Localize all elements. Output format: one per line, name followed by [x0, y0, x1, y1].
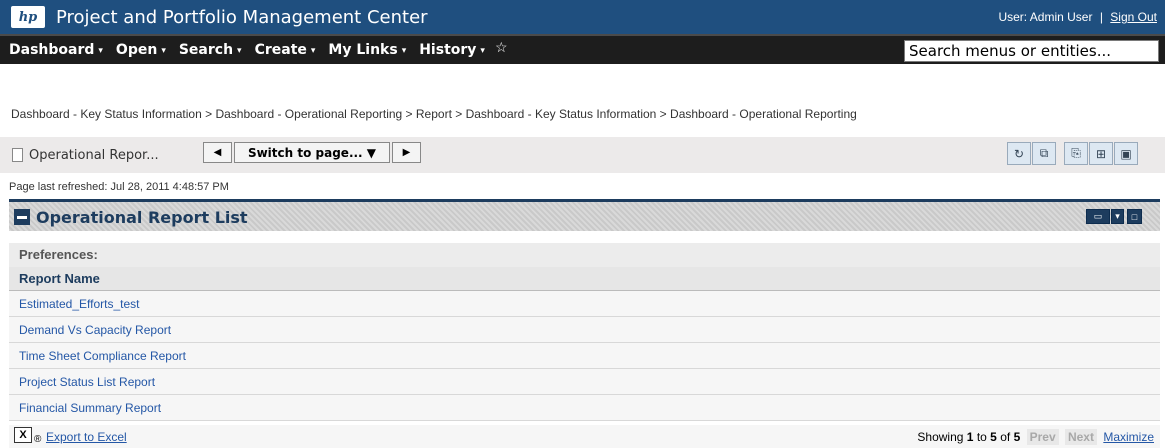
chevron-down-icon: ▾ — [237, 46, 242, 56]
portlet-footer: X ® Export to Excel Showing 1 to 5 of 5 … — [9, 425, 1160, 448]
pagination: Showing 1 to 5 of 5 Prev Next Maximize — [917, 429, 1154, 445]
menu-my-links[interactable]: My Links ▾ — [328, 42, 406, 58]
menu-search[interactable]: Search ▾ — [179, 42, 242, 58]
switch-to-page-button[interactable]: Switch to page... ▼ — [234, 142, 390, 163]
previous-page-button[interactable]: ◀ — [203, 142, 232, 163]
maximize-icon[interactable]: □ — [1127, 209, 1142, 224]
add-portlet-icon[interactable]: ⊞ — [1089, 142, 1113, 165]
menu-create[interactable]: Create ▾ — [255, 42, 316, 58]
menu-label: Create — [254, 42, 307, 58]
menu-label: My Links — [328, 42, 398, 58]
report-link[interactable]: Time Sheet Compliance Report — [19, 349, 186, 363]
collapse-icon[interactable] — [14, 209, 30, 225]
operational-report-portlet: Operational Report List ▭ ▾ □ Preference… — [9, 199, 1160, 448]
pager-of-word: of — [1000, 430, 1011, 444]
search-input[interactable]: Search menus or entities... — [904, 40, 1159, 62]
report-link[interactable]: Demand Vs Capacity Report — [19, 323, 171, 337]
user-area: User: Admin User | Sign Out — [998, 10, 1157, 24]
registered-badge-icon: ® — [34, 434, 42, 445]
user-separator: | — [1099, 10, 1103, 24]
edit-portlet-icon[interactable]: ▭ — [1086, 209, 1110, 224]
app-title: Project and Portfolio Management Center — [56, 6, 428, 28]
copy-page-icon[interactable]: ⧉ — [1032, 142, 1056, 165]
export-to-excel-link[interactable]: Export to Excel — [46, 430, 127, 444]
report-link[interactable]: Estimated_Efforts_test — [19, 297, 140, 311]
menu-open[interactable]: Open ▾ — [116, 42, 166, 58]
table-row: Time Sheet Compliance Report — [9, 343, 1160, 369]
maximize-link[interactable]: Maximize — [1103, 430, 1154, 444]
next-page-button[interactable]: ▶ — [392, 142, 421, 163]
page-toolbar: Operational Repor... ◀ Switch to page...… — [0, 137, 1165, 173]
prev-button: Prev — [1026, 429, 1059, 445]
sign-out-link[interactable]: Sign Out — [1110, 10, 1157, 24]
report-link[interactable]: Financial Summary Report — [19, 401, 161, 415]
dropdown-menu-icon[interactable]: ▾ — [1111, 209, 1124, 224]
chevron-down-icon: ▾ — [480, 46, 485, 56]
refresh-icon[interactable]: ↻ — [1007, 142, 1031, 165]
preferences-label[interactable]: Preferences: — [9, 243, 1160, 267]
table-row: Estimated_Efforts_test — [9, 291, 1160, 317]
menu-label: History — [419, 42, 477, 58]
page-name: Operational Repor... — [29, 148, 159, 163]
app-header: hp Project and Portfolio Management Cent… — [0, 0, 1165, 34]
star-icon[interactable]: ☆ — [495, 39, 508, 56]
user-label: User: Admin User — [998, 10, 1093, 24]
excel-icon[interactable]: X — [14, 427, 32, 443]
table-row: Demand Vs Capacity Report — [9, 317, 1160, 343]
table-row: Financial Summary Report — [9, 395, 1160, 421]
pager-to: 5 — [990, 430, 997, 444]
chevron-down-icon: ▾ — [401, 46, 407, 56]
document-icon — [12, 148, 23, 162]
pager-showing-label: Showing — [917, 430, 964, 444]
menu-label: Dashboard — [9, 42, 95, 58]
menu-dashboard[interactable]: Dashboard ▾ — [9, 42, 103, 58]
menu-label: Open — [115, 42, 158, 58]
pager-total: 5 — [1013, 430, 1021, 444]
hp-logo-text: hp — [18, 9, 38, 25]
next-button: Next — [1064, 429, 1097, 445]
portlet-header: Operational Report List ▭ ▾ □ — [9, 199, 1160, 231]
pdf-icon[interactable]: ⎘ — [1064, 142, 1088, 165]
pager-from: 1 — [966, 430, 974, 444]
pager-to-word: to — [976, 430, 987, 444]
breadcrumb[interactable]: Dashboard - Key Status Information > Das… — [11, 107, 857, 121]
menu-history[interactable]: History ▾ — [419, 42, 485, 58]
column-header-report-name[interactable]: Report Name — [9, 267, 1160, 291]
portlet-title: Operational Report List — [36, 208, 248, 227]
menu-bar: Dashboard ▾ Open ▾ Search ▾ Create ▾ My Link… — [0, 34, 1165, 64]
table-row: Project Status List Report — [9, 369, 1160, 395]
chevron-down-icon: ▾ — [98, 46, 103, 56]
chevron-down-icon: ▾ — [310, 46, 316, 56]
report-link[interactable]: Project Status List Report — [19, 375, 155, 389]
page-refreshed-text: Page last refreshed: Jul 28, 2011 4:48:5… — [9, 181, 229, 193]
chevron-down-icon: ▾ — [161, 46, 166, 56]
hp-logo: hp — [11, 6, 45, 28]
personalize-icon[interactable]: ▣ — [1114, 142, 1138, 165]
menu-label: Search — [178, 42, 234, 58]
